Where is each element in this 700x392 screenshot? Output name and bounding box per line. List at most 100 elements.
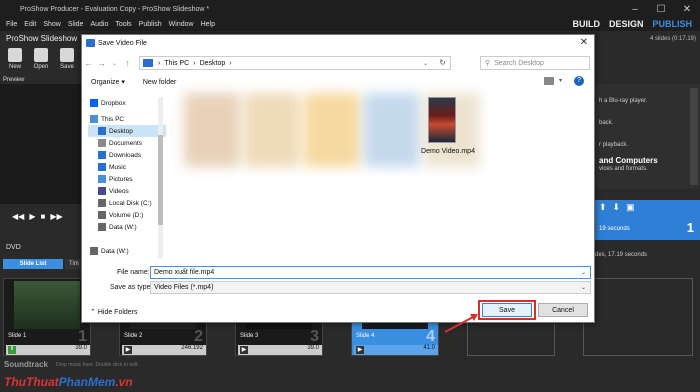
file-name-input[interactable]: Demo xuất file.mp4 ⌄ bbox=[150, 266, 591, 279]
nav-item[interactable]: Desktop bbox=[88, 125, 166, 137]
nav-item[interactable]: Volume (D:) bbox=[88, 209, 166, 221]
empty-slide-slot[interactable] bbox=[583, 278, 693, 356]
nav-item[interactable]: Data (W:) bbox=[88, 245, 166, 257]
close-icon[interactable]: ✕ bbox=[580, 37, 588, 48]
nav-item[interactable]: Dropbox bbox=[88, 97, 166, 109]
forward-icon[interactable]: → bbox=[95, 58, 108, 68]
move-arrows: ⬆ ⬇ ▣ bbox=[595, 200, 635, 213]
menu-window[interactable]: Window bbox=[169, 21, 194, 28]
rewind-icon[interactable]: ◀◀ bbox=[12, 212, 24, 221]
arrow-up-icon[interactable]: ⬆ bbox=[599, 202, 607, 213]
menu-audio[interactable]: Audio bbox=[90, 21, 108, 28]
slide-label: Slide 1 bbox=[8, 333, 27, 339]
open-button[interactable]: Open bbox=[30, 45, 52, 75]
file-list bbox=[174, 93, 590, 263]
address-bar[interactable]: › This PC › Desktop › ⌄ ↻ bbox=[139, 56, 451, 70]
video-file-thumbnail[interactable] bbox=[428, 97, 456, 143]
slide-card[interactable]: Slide 1 1 ‖ 39.0 bbox=[3, 278, 91, 356]
nav-item[interactable]: Local Disk (C:) bbox=[88, 197, 166, 209]
publish-option-text: r playback. bbox=[599, 142, 629, 148]
menu-tools[interactable]: Tools bbox=[115, 21, 131, 28]
menu-show[interactable]: Show bbox=[43, 21, 61, 28]
recent-locations-icon[interactable]: ⌄ bbox=[108, 60, 121, 67]
play-icon[interactable]: ▶ bbox=[356, 346, 364, 354]
menu-edit[interactable]: Edit bbox=[24, 21, 36, 28]
nav-item-label: Local Disk (C:) bbox=[109, 199, 152, 207]
nav-item[interactable]: This PC bbox=[88, 113, 166, 125]
nav-item-label: Pictures bbox=[109, 175, 133, 183]
slide-number: 1 bbox=[686, 220, 694, 235]
forward-icon[interactable]: ▶▶ bbox=[50, 212, 62, 221]
dialog-app-icon bbox=[86, 39, 95, 47]
slides-total-text: des, 17.19 seconds bbox=[595, 252, 648, 258]
breadcrumb-this-pc[interactable]: This PC bbox=[164, 60, 189, 67]
close-window-button[interactable]: ✕ bbox=[674, 0, 700, 18]
drive-icon bbox=[90, 247, 98, 255]
mode-build[interactable]: BUILD bbox=[572, 19, 600, 29]
save-button[interactable]: Save bbox=[482, 303, 532, 317]
chevron-down-icon[interactable]: ⌄ bbox=[423, 60, 428, 67]
menu-file[interactable]: File bbox=[6, 21, 17, 28]
nav-scrollbar-thumb[interactable] bbox=[158, 135, 163, 225]
blurred-file[interactable] bbox=[184, 93, 240, 167]
menu-slide[interactable]: Slide bbox=[68, 21, 84, 28]
show-name: ProShow Slideshow bbox=[6, 34, 78, 43]
new-folder-button[interactable]: New folder bbox=[143, 79, 176, 86]
back-icon[interactable]: ← bbox=[82, 58, 95, 68]
slide-duration: 39.0 bbox=[75, 345, 87, 351]
publish-option-heading: and Computers bbox=[599, 156, 658, 165]
refresh-icon[interactable]: ↻ bbox=[439, 58, 446, 67]
organize-button[interactable]: Organize ▾ bbox=[91, 78, 125, 86]
view-options-icon[interactable] bbox=[544, 77, 554, 85]
up-icon[interactable]: ↑ bbox=[121, 58, 134, 68]
nav-item[interactable]: Downloads bbox=[88, 149, 166, 161]
pause-icon[interactable]: ‖ bbox=[8, 346, 16, 354]
new-button[interactable]: New bbox=[4, 45, 26, 75]
play-icon[interactable]: ▶ bbox=[240, 346, 248, 354]
breadcrumb-desktop[interactable]: Desktop bbox=[200, 60, 226, 67]
command-bar: Organize ▾ New folder bbox=[82, 75, 594, 89]
video-file-name[interactable]: Demo Video.mp4 bbox=[418, 148, 478, 155]
cancel-button[interactable]: Cancel bbox=[538, 303, 588, 317]
slide-number: 3 bbox=[310, 328, 319, 345]
play-icon[interactable]: ▶ bbox=[29, 212, 35, 221]
pictures-icon bbox=[98, 175, 106, 183]
nav-item[interactable]: Music bbox=[88, 161, 166, 173]
menu-publish[interactable]: Publish bbox=[139, 21, 162, 28]
slide-label: Slide 4 bbox=[356, 333, 375, 339]
stop-icon[interactable]: ■ bbox=[40, 212, 45, 221]
minimize-button[interactable]: – bbox=[622, 0, 648, 18]
search-input[interactable]: ⚲ Search Desktop bbox=[480, 56, 590, 70]
file-name-label: File name: bbox=[117, 269, 150, 276]
slide-duration-bar: ▶ 39.0 bbox=[238, 345, 322, 355]
nav-item[interactable]: Pictures bbox=[88, 173, 166, 185]
chevron-down-icon[interactable]: ⌄ bbox=[581, 269, 586, 276]
maximize-button[interactable]: ☐ bbox=[648, 0, 674, 18]
publish-option-text: h a Blu-ray player. bbox=[599, 98, 648, 104]
blurred-file[interactable] bbox=[244, 93, 300, 167]
file-name-value: Demo xuất file.mp4 bbox=[154, 269, 215, 276]
nav-item[interactable]: Documents bbox=[88, 137, 166, 149]
arrow-down-icon[interactable]: ⬇ bbox=[613, 202, 621, 213]
blurred-file[interactable] bbox=[364, 93, 420, 167]
nav-item[interactable]: Data (W:) bbox=[88, 221, 166, 233]
film-icon[interactable]: ▣ bbox=[626, 202, 635, 213]
save-type-select[interactable]: Video Files (*.mp4) ⌄ bbox=[150, 281, 591, 294]
computer-icon bbox=[90, 115, 98, 123]
menu-help[interactable]: Help bbox=[201, 21, 215, 28]
chevron-down-icon[interactable]: ▾ bbox=[559, 77, 562, 84]
hide-folders-button[interactable]: ⌃ Hide Folders bbox=[90, 308, 138, 316]
nav-item-label: Desktop bbox=[109, 127, 133, 135]
breadcrumb-sep: › bbox=[158, 59, 161, 67]
blurred-file[interactable] bbox=[304, 93, 360, 167]
play-icon[interactable]: ▶ bbox=[124, 346, 132, 354]
chevron-down-icon[interactable]: ⌄ bbox=[581, 284, 586, 291]
slide-number: 1 bbox=[78, 328, 87, 345]
panel-scrollbar[interactable] bbox=[690, 88, 698, 185]
nav-item[interactable]: Videos bbox=[88, 185, 166, 197]
save-toolbar-button[interactable]: Save bbox=[56, 45, 78, 75]
help-icon[interactable]: ? bbox=[574, 76, 584, 86]
mode-design[interactable]: DESIGN bbox=[609, 19, 644, 29]
mode-publish[interactable]: PUBLISH bbox=[652, 19, 692, 29]
tab-slide-list[interactable]: Slide List bbox=[3, 259, 63, 269]
